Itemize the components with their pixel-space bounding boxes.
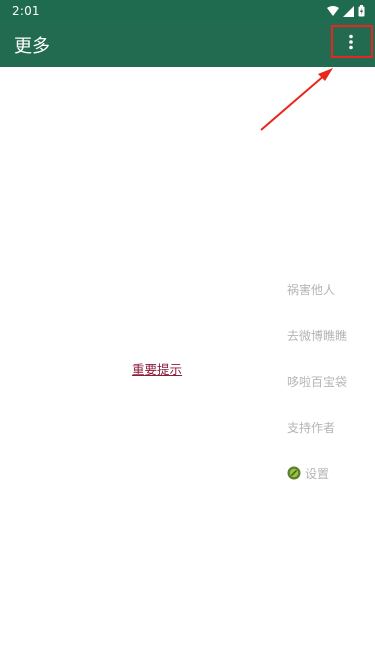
main-content: 重要提示 祸害他人 去微博瞧瞧 哆啦百宝袋 支持作者 设置	[0, 67, 375, 668]
screen: 2:01 更多 重要提示 祸害他人 去微博瞧瞧 哆啦百宝袋 支持作者 设置	[0, 0, 375, 668]
status-bar: 2:01	[0, 0, 375, 22]
wifi-icon	[327, 5, 339, 16]
menu-item-label: 支持作者	[287, 420, 336, 435]
app-bar: 更多	[0, 22, 375, 67]
menu-item-label: 去微博瞧瞧	[287, 328, 348, 343]
menu-item-harm-others[interactable]: 祸害他人	[287, 266, 347, 312]
page-title: 更多	[14, 35, 50, 57]
overflow-menu-button[interactable]	[337, 28, 365, 56]
menu-list: 祸害他人 去微博瞧瞧 哆啦百宝袋 支持作者 设置	[287, 266, 347, 496]
more-vertical-icon	[349, 34, 353, 50]
menu-item-weibo[interactable]: 去微博瞧瞧	[287, 312, 347, 358]
settings-emoji-icon	[287, 466, 301, 480]
status-icons	[327, 5, 365, 17]
important-notice-link[interactable]: 重要提示	[132, 359, 182, 378]
menu-item-doraemon-pocket[interactable]: 哆啦百宝袋	[287, 358, 347, 404]
signal-icon	[343, 5, 354, 17]
battery-icon	[358, 5, 365, 17]
menu-item-support-author[interactable]: 支持作者	[287, 404, 347, 450]
menu-item-label: 祸害他人	[287, 282, 336, 297]
status-time: 2:01	[12, 4, 40, 18]
menu-item-settings[interactable]: 设置	[287, 450, 347, 496]
menu-item-label: 哆啦百宝袋	[287, 374, 348, 389]
menu-item-label: 设置	[305, 466, 330, 481]
